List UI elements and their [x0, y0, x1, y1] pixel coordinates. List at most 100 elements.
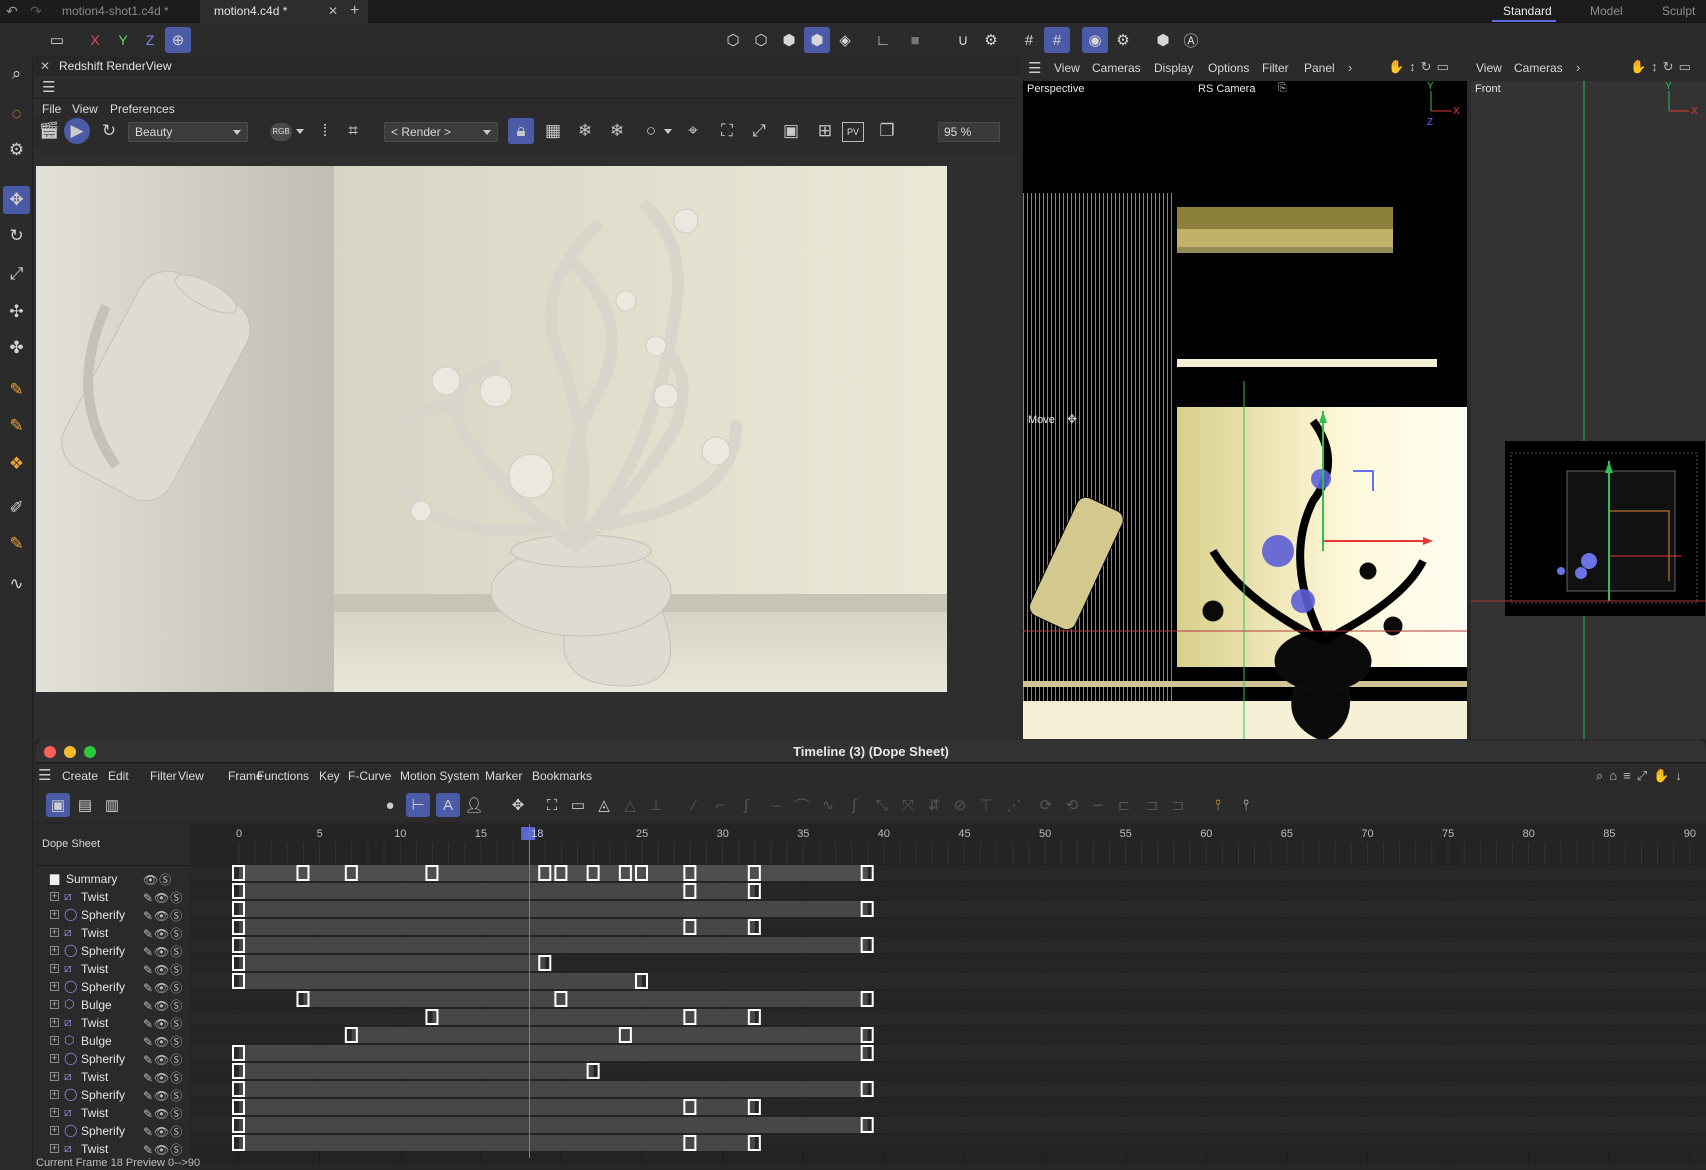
expand-icon[interactable]: ⤢	[746, 118, 772, 144]
pv-button[interactable]: PV	[842, 122, 864, 142]
focus-icon[interactable]: ⌖	[680, 118, 706, 144]
expand-toggle-icon[interactable]: +	[50, 892, 59, 901]
key-range-bar[interactable]	[303, 991, 868, 1007]
track-row-twist[interactable]: + ⧄ Twist ✎👁︎Ⓢ	[36, 924, 190, 942]
track-visibility-icons[interactable]: ✎👁︎Ⓢ	[143, 1069, 183, 1086]
close-render-view-icon[interactable]: ✕	[40, 56, 50, 76]
tl-menu-functions[interactable]: Functions	[257, 769, 309, 783]
tl-menu-f-curve[interactable]: F-Curve	[348, 769, 391, 783]
camera-label[interactable]: RS Camera	[1198, 83, 1255, 95]
track-visibility-icons[interactable]: ✎👁︎Ⓢ	[143, 925, 183, 942]
chevron-down-icon[interactable]	[296, 129, 304, 134]
expand-toggle-icon[interactable]: +	[50, 1000, 59, 1009]
track-visibility-icons[interactable]: ✎👁︎Ⓢ	[143, 1051, 183, 1068]
expand-toggle-icon[interactable]: +	[50, 1090, 59, 1099]
vp2-menu-cameras[interactable]: Cameras	[1514, 61, 1563, 75]
expand-toggle-icon[interactable]: +	[50, 982, 59, 991]
timeline-ruler[interactable]: 0 5 10 15 25 30 35 40 45 50 55 60 65 70 75 80 85 90 18	[191, 824, 1706, 864]
expand-toggle-icon[interactable]: +	[50, 1054, 59, 1063]
summary-visibility-icons[interactable]: 👁︎Ⓢ	[143, 871, 172, 888]
refresh-icon[interactable]: ↻	[96, 118, 122, 144]
render-camera-select[interactable]: < Render >	[384, 122, 498, 142]
zoom-window-button[interactable]	[84, 746, 96, 758]
layout-sculpt[interactable]: Sculpt	[1662, 0, 1695, 23]
expand-toggle-icon[interactable]: +	[50, 1072, 59, 1081]
play-render-icon[interactable]: ▶	[64, 118, 90, 144]
track-row-spherify[interactable]: + ◯ Spherify ✎👁︎Ⓢ	[36, 1086, 190, 1104]
rgb-channel-button[interactable]: RGB	[270, 123, 292, 141]
freeze-settings-icon[interactable]: ❄	[604, 118, 630, 144]
viewport-solo-icon[interactable]: ■	[902, 27, 928, 53]
show-person-icon[interactable]: 👤︎	[462, 793, 486, 817]
track-visibility-icons[interactable]: ✎👁︎Ⓢ	[143, 1033, 183, 1050]
bucket-grid-icon[interactable]: ▦	[540, 118, 566, 144]
camera-icon[interactable]: ⎘	[1278, 82, 1287, 95]
track-visibility-icons[interactable]: ✎👁︎Ⓢ	[143, 907, 183, 924]
set-marker-icon[interactable]: ⫯	[1206, 793, 1230, 817]
lock-icon[interactable]: 🔒︎	[508, 118, 534, 144]
tl-menu-view[interactable]: View	[178, 769, 204, 783]
expand-toggle-icon[interactable]: +	[50, 928, 59, 937]
fit-icon[interactable]: ⛶	[714, 118, 740, 144]
scale-tool-icon[interactable]: ⤢	[3, 260, 30, 288]
track-row-bulge[interactable]: + ⬡ Bulge ✎👁︎Ⓢ	[36, 1032, 190, 1050]
track-row-twist[interactable]: + ⧄ Twist ✎👁︎Ⓢ	[36, 960, 190, 978]
hierarchy-icon[interactable]: ⊢	[406, 793, 430, 817]
new-tab-icon[interactable]: +	[350, 2, 359, 20]
key-range-bar[interactable]	[432, 1009, 755, 1025]
viewport-nav-icons[interactable]: ✋↕↻▭	[1388, 59, 1454, 75]
key-range-bar[interactable]	[239, 883, 755, 899]
expand-toggle-icon[interactable]: +	[50, 1018, 59, 1027]
hamburger-menu-icon[interactable]: ☰	[1028, 59, 1041, 77]
search-icon[interactable]: ⌕	[3, 60, 30, 88]
fcurve-mode-icon[interactable]: ▤	[73, 793, 97, 817]
track-row-twist[interactable]: + ⧄ Twist ✎👁︎Ⓢ	[36, 1140, 190, 1158]
expand-toggle-icon[interactable]: +	[50, 1108, 59, 1117]
track-row-spherify[interactable]: + ◯ Spherify ✎👁︎Ⓢ	[36, 942, 190, 960]
workplane-grid-icon[interactable]: #	[1044, 27, 1070, 53]
coordinate-system-icon[interactable]: ⊕	[165, 27, 191, 53]
vp-menu-cameras[interactable]: Cameras	[1092, 61, 1141, 75]
key-range-bar[interactable]	[239, 1099, 755, 1115]
snap-magnet-icon[interactable]: ∪	[950, 27, 976, 53]
circle-icon[interactable]: ○	[638, 118, 664, 144]
add-snapshot-icon[interactable]: ⊞	[812, 118, 838, 144]
show-objects-icon[interactable]: ●	[378, 793, 402, 817]
rv-menu-view[interactable]: View	[72, 102, 98, 116]
key-range-bar[interactable]	[239, 1117, 868, 1133]
track-row-spherify[interactable]: + ◯ Spherify ✎👁︎Ⓢ	[36, 1122, 190, 1140]
tl-menu-key[interactable]: Key	[319, 769, 340, 783]
snap-settings-icon[interactable]: ⚙	[978, 27, 1004, 53]
key-range-bar[interactable]	[239, 1045, 868, 1061]
track-visibility-icons[interactable]: ✎👁︎Ⓢ	[143, 979, 183, 996]
expand-toggle-icon[interactable]: +	[50, 1126, 59, 1135]
x-axis-lock-icon[interactable]: X	[82, 27, 108, 53]
primitives-icon[interactable]: ❖	[3, 450, 30, 478]
tl-menu-edit[interactable]: Edit	[108, 769, 129, 783]
expand-toggle-icon[interactable]: +	[50, 1036, 59, 1045]
vp-menu-display[interactable]: Display	[1154, 61, 1193, 75]
z-axis-lock-icon[interactable]: Z	[137, 27, 163, 53]
display-quick-icon[interactable]: ◈	[832, 27, 858, 53]
render-queue-icon[interactable]: ▭	[44, 27, 70, 53]
current-frame-playhead[interactable]	[529, 824, 531, 1158]
tl-menu-marker[interactable]: Marker	[485, 769, 522, 783]
transform-icon[interactable]: ✣	[3, 298, 30, 326]
live-selection-icon[interactable]: ◌	[3, 100, 30, 128]
tl-menu-bookmarks[interactable]: Bookmarks	[532, 769, 592, 783]
timeline-view-icons[interactable]: ⌕⌂≡⤢✋↓	[1596, 768, 1688, 784]
key-range-bar[interactable]	[239, 865, 868, 881]
key-range-bar[interactable]	[239, 1081, 868, 1097]
track-row-bulge[interactable]: + ⬡ Bulge ✎👁︎Ⓢ	[36, 996, 190, 1014]
move-keys-icon[interactable]: ✥	[506, 793, 530, 817]
vp2-menu-view[interactable]: View	[1476, 61, 1502, 75]
zoom-field[interactable]: 95 %	[938, 122, 1000, 142]
rv-menu-file[interactable]: File	[42, 102, 61, 116]
front-viewport[interactable]: Front Y X	[1471, 81, 1706, 739]
add-marker-icon[interactable]: ⫯	[1234, 793, 1258, 817]
track-row-twist[interactable]: + ⧄ Twist ✎👁︎Ⓢ	[36, 888, 190, 906]
frame-all-icon[interactable]: ⛶	[540, 793, 564, 817]
axis-tool-icon[interactable]: ∟	[870, 27, 896, 53]
key-range-bar[interactable]	[239, 955, 546, 971]
chevron-right-icon[interactable]: ›	[1576, 60, 1580, 75]
